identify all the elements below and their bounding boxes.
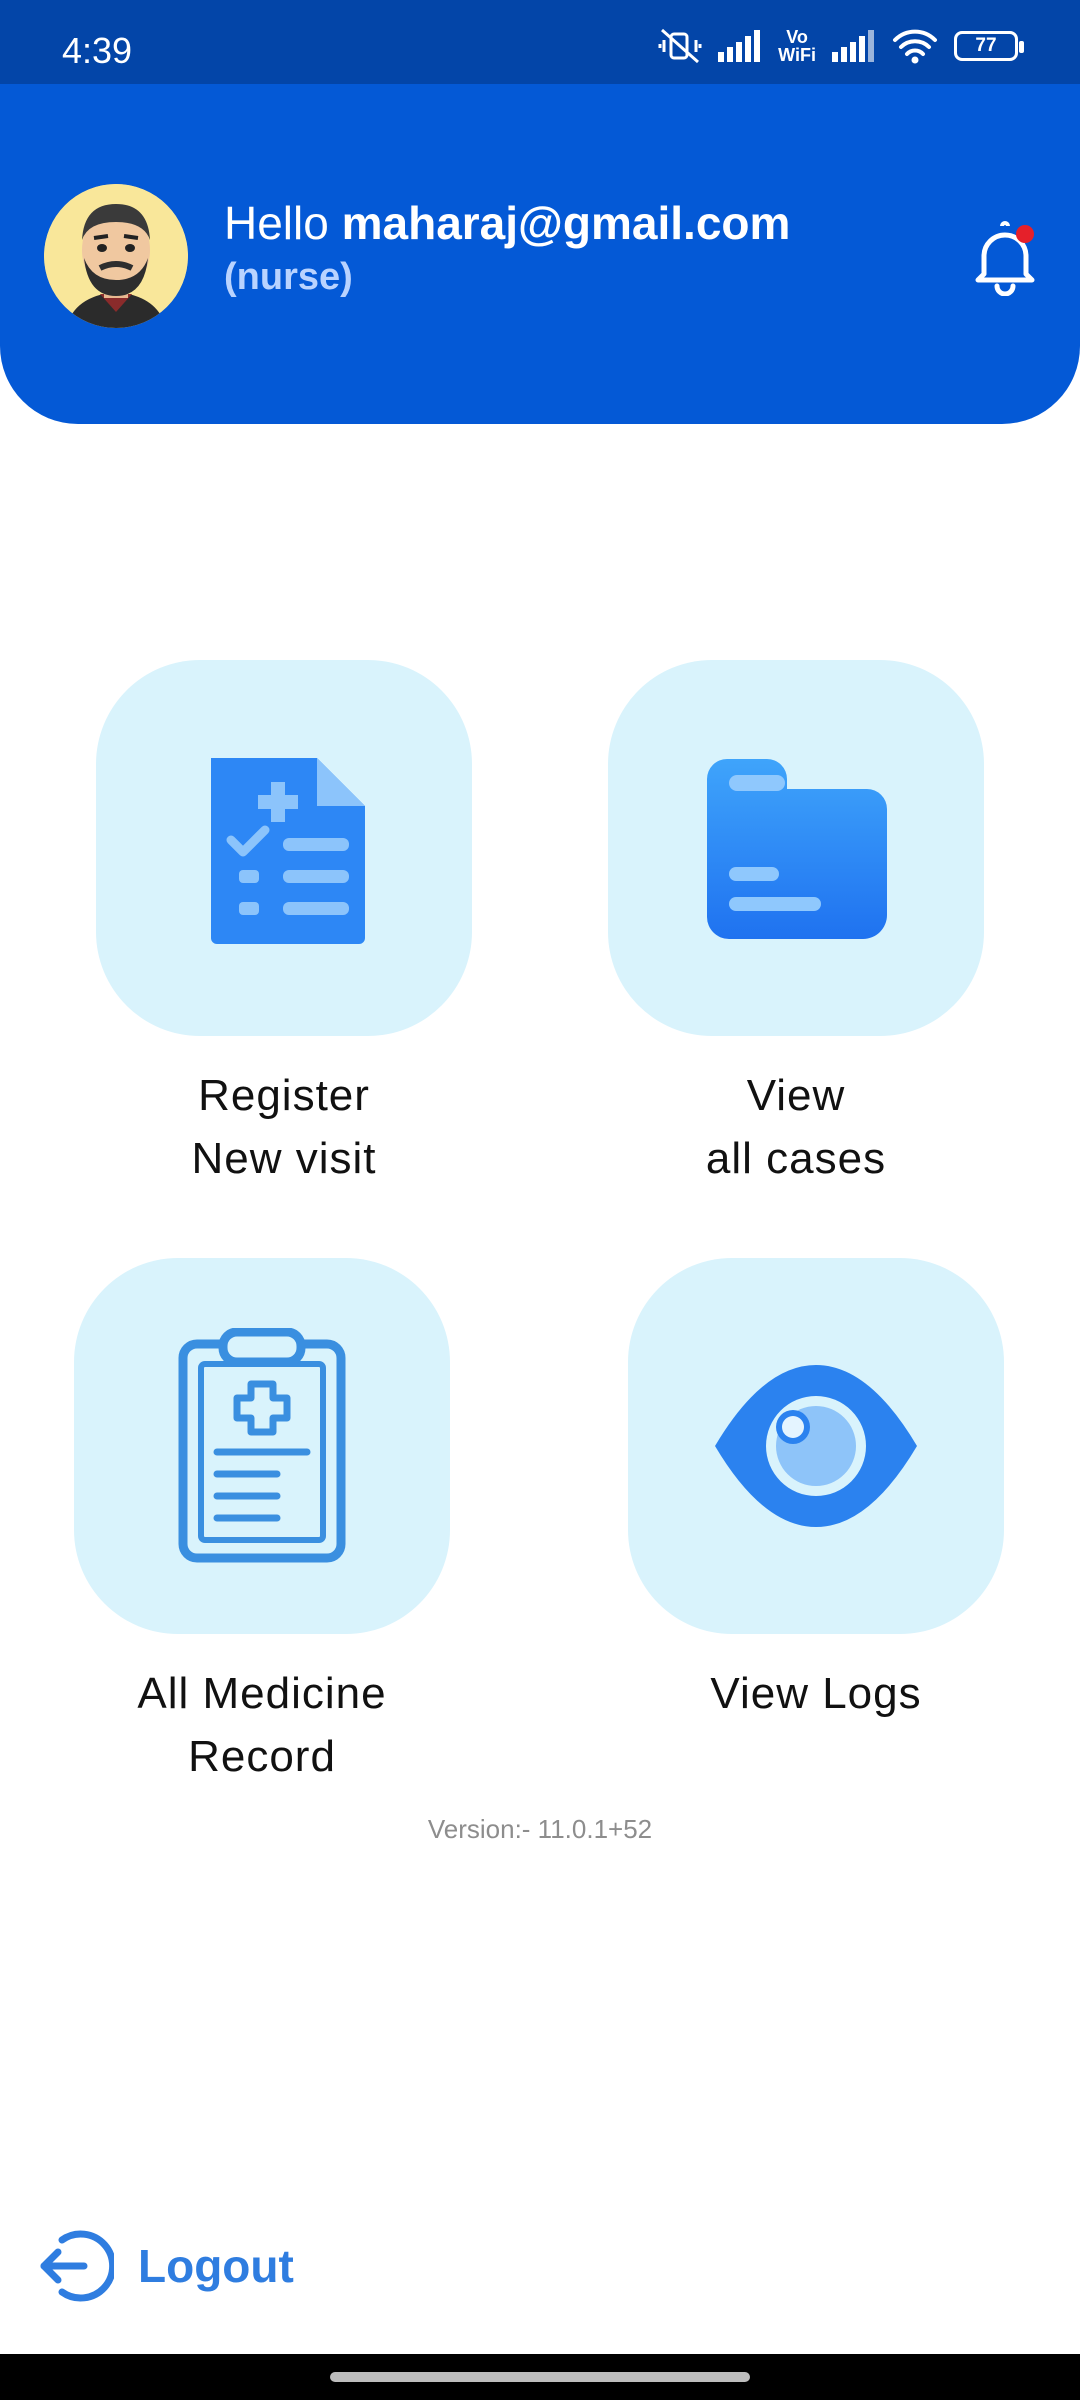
view-all-cases-button[interactable]: [608, 660, 984, 1036]
tile-label-line: All Medicine: [137, 1669, 387, 1718]
tile-label-line: View: [746, 1071, 846, 1120]
home-gesture-handle[interactable]: [330, 2372, 750, 2382]
logout-button[interactable]: Logout: [38, 2228, 294, 2304]
system-nav-bar: [0, 2354, 1080, 2400]
greeting: Hello maharaj@gmail.com: [224, 196, 790, 250]
register-new-visit-label: Register New visit: [74, 1064, 494, 1190]
eye-icon: [715, 1365, 917, 1527]
logout-icon: [40, 2230, 114, 2302]
status-bar: 4:39 Vo WiFi 77: [0, 0, 1080, 84]
avatar-face-icon: [44, 184, 188, 328]
vowifi-bottom: WiFi: [778, 45, 816, 65]
wifi-icon: [893, 29, 937, 64]
battery-level: 77: [975, 35, 997, 56]
view-logs-button[interactable]: [628, 1258, 1004, 1634]
register-new-visit-button[interactable]: [96, 660, 472, 1036]
notification-dot: [1016, 225, 1034, 243]
all-medicine-record-button[interactable]: [74, 1258, 450, 1634]
status-time: 4:39: [62, 30, 133, 71]
greeting-prefix: Hello: [224, 197, 342, 249]
vowifi-top: Vo: [786, 27, 808, 47]
user-role: (nurse): [224, 256, 353, 298]
battery-icon: 77: [954, 31, 1024, 61]
tile-label-line: all cases: [705, 1134, 887, 1183]
folder-icon: [707, 759, 887, 939]
tile-label-line: Record: [188, 1732, 336, 1781]
medical-report-icon: [211, 758, 365, 944]
signal-icon: [718, 30, 761, 62]
view-logs-label: View Logs: [606, 1662, 1026, 1725]
all-medicine-record-label: All Medicine Record: [52, 1662, 472, 1788]
signal-icon: [832, 30, 874, 62]
status-icons: Vo WiFi 77: [658, 26, 1024, 66]
mute-vibrate-icon: [658, 28, 702, 64]
tile-label-line: Register: [198, 1071, 370, 1120]
version-text: Version:- 11.0.1+52: [427, 1814, 653, 1844]
notification-button[interactable]: [970, 220, 1040, 297]
tile-label-line: New visit: [191, 1134, 377, 1183]
user-email: maharaj@gmail.com: [341, 197, 791, 249]
clipboard-medical-icon: [178, 1328, 346, 1563]
logout-label: Logout: [138, 2240, 294, 2292]
view-all-cases-label: View all cases: [586, 1064, 1006, 1190]
bell-icon: [975, 221, 1035, 297]
tile-label-line: View Logs: [710, 1669, 922, 1718]
user-avatar[interactable]: [44, 184, 188, 328]
header: Hello maharaj@gmail.com (nurse): [0, 84, 1080, 424]
vowifi-icon: Vo WiFi: [778, 28, 816, 64]
